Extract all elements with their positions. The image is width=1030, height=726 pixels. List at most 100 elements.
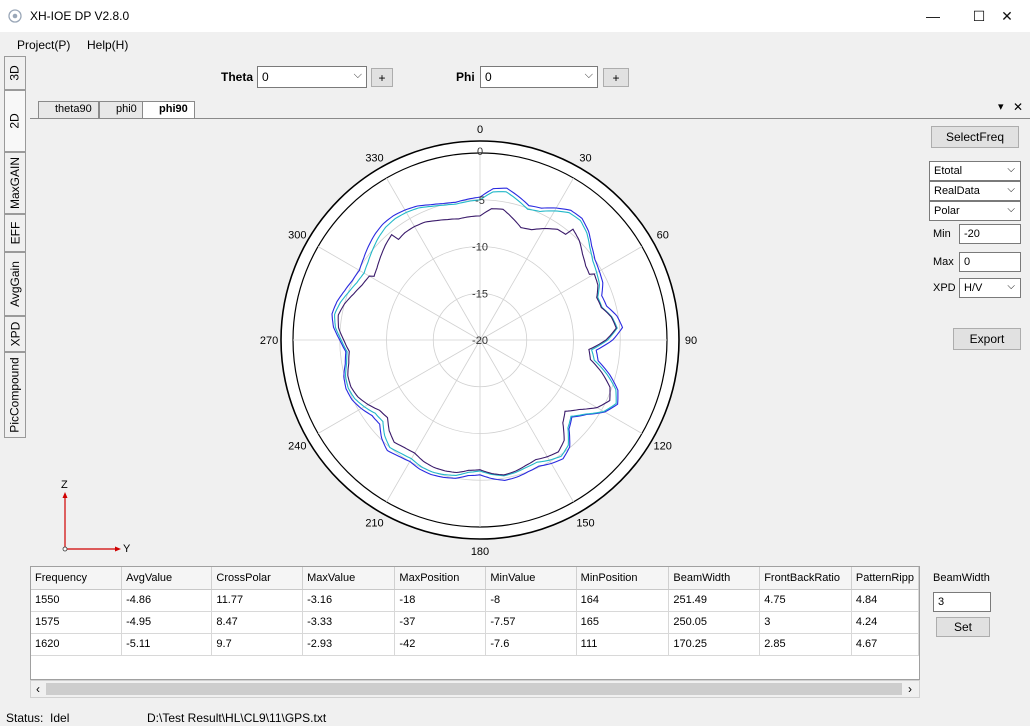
ring-tick-label: -15 — [472, 288, 488, 300]
angle-tick-label: 150 — [576, 518, 594, 530]
max-input[interactable]: 0 — [959, 252, 1021, 272]
phi-select[interactable]: 0 ⌵ — [480, 66, 598, 88]
menu-bar — [0, 34, 1030, 56]
side-tab-3d[interactable]: 3D — [4, 56, 26, 90]
chevron-down-icon: ⌵ — [1007, 164, 1015, 175]
column-header[interactable]: BeamWidth — [668, 567, 761, 590]
minimize-button[interactable]: — — [910, 0, 956, 32]
data-select[interactable]: RealData ⌵ — [929, 181, 1021, 201]
window-title: XH-IOE DP V2.8.0 — [30, 9, 130, 23]
export-button[interactable]: Export — [953, 328, 1021, 350]
side-tab-avggain[interactable]: AvgGain — [4, 252, 26, 316]
column-header[interactable]: CrossPolar — [211, 567, 304, 590]
tab-phi0[interactable]: phi0 — [99, 101, 144, 119]
column-header[interactable]: MaxValue — [302, 567, 396, 590]
select-freq-button[interactable]: SelectFreq — [931, 126, 1019, 148]
ring-tick-label: 0 — [477, 146, 483, 158]
side-tab-eff[interactable]: EFF — [4, 214, 26, 252]
axis-indicator — [62, 492, 121, 552]
theta-select[interactable]: 0 ⌵ — [257, 66, 367, 88]
phi-add-button[interactable]: + — [603, 68, 629, 87]
table-cell: 165 — [576, 611, 670, 634]
field-select[interactable]: Etotal ⌵ — [929, 161, 1021, 181]
menu-help[interactable]: Help(H) — [87, 38, 128, 52]
tab-theta90[interactable]: theta90 — [38, 101, 99, 119]
status-file-path: D:\Test Result\HL\CL9\11\GPS.txt — [147, 711, 327, 725]
column-header[interactable]: MinPosition — [576, 567, 670, 590]
column-header[interactable]: MinValue — [485, 567, 577, 590]
angle-tick-label: 120 — [654, 441, 672, 453]
chevron-down-icon: ⌵ — [1007, 204, 1015, 215]
table-cell: 170.25 — [668, 633, 761, 656]
table-cell: 4.67 — [851, 633, 919, 656]
table-row[interactable]: 1575 -4.95 8.47 -3.33 -37 -7.57 165 250.05 3 4.24 — [31, 611, 919, 634]
ring-tick-label: -20 — [472, 335, 488, 347]
beamwidth-input[interactable]: 3 — [933, 592, 991, 612]
table-cell: 3 — [759, 611, 852, 634]
beamwidth-label: BeamWidth — [933, 572, 990, 584]
scrollbar-thumb[interactable] — [46, 683, 902, 695]
angle-tick-label: 30 — [579, 152, 591, 164]
table-cell: -7.57 — [485, 611, 577, 634]
table-cell: -5.11 — [121, 633, 213, 656]
column-header[interactable]: Frequency — [31, 567, 123, 590]
tab-menu-icon[interactable]: ▾ — [998, 100, 1004, 113]
table-cell: -7.6 — [485, 633, 577, 656]
axis-z-label: Z — [61, 479, 68, 491]
set-button[interactable]: Set — [936, 617, 990, 637]
angle-tick-label: 90 — [685, 335, 697, 347]
results-table: Frequency AvgValue CrossPolar MaxValue MaxPo… — [30, 566, 920, 680]
table-cell: 4.84 — [851, 589, 919, 612]
chevron-down-icon: ⌵ — [1007, 281, 1015, 292]
scroll-left-icon[interactable]: ‹ — [36, 682, 40, 696]
table-cell: 8.47 — [211, 611, 304, 634]
table-body: 1550 -4.86 11.77 -3.16 -18 -8 164 251.49 4.75 4.8… — [31, 589, 919, 656]
side-tab-maxgain[interactable]: MaxGAIN — [4, 152, 26, 214]
xpd-label: XPD — [933, 282, 956, 294]
xpd-select[interactable]: H/V ⌵ — [959, 278, 1021, 298]
chevron-down-icon: ⌵ — [584, 69, 593, 81]
angle-tick-label: 270 — [260, 335, 278, 347]
angle-tick-label: 210 — [365, 518, 383, 530]
table-cell: -37 — [394, 611, 487, 634]
column-header[interactable]: PatternRipp — [851, 567, 919, 590]
scroll-right-icon[interactable]: › — [908, 682, 912, 696]
side-tab-xpd[interactable]: XPD — [4, 316, 26, 352]
menu-project[interactable]: Project(P) — [17, 38, 70, 52]
table-cell: 2.85 — [759, 633, 852, 656]
table-cell: 1620 — [31, 633, 123, 656]
theta-add-button[interactable]: + — [371, 68, 393, 87]
angle-tick-label: 330 — [365, 152, 383, 164]
ring-tick-label: -5 — [475, 195, 485, 207]
table-cell: 1575 — [31, 611, 123, 634]
chevron-down-icon: ⌵ — [1007, 184, 1015, 195]
table-cell: -3.16 — [302, 589, 396, 612]
polar-plot: 0 30 60 90 120 150 180 210 240 270 300 330 0 -5 -10 -15… — [260, 124, 697, 558]
chevron-down-icon: ⌵ — [353, 69, 362, 81]
table-cell: -4.86 — [121, 589, 213, 612]
tab-close-icon[interactable]: ✕ — [1013, 100, 1023, 114]
close-button[interactable]: ✕ — [984, 0, 1030, 32]
phi-label: Phi — [456, 70, 475, 84]
table-cell: -2.93 — [302, 633, 396, 656]
table-row[interactable]: 1620 -5.11 9.7 -2.93 -42 -7.6 111 170.25 2.85 4.6… — [31, 633, 919, 656]
min-label: Min — [933, 228, 951, 240]
max-label: Max — [933, 256, 954, 268]
table-header-row: Frequency AvgValue CrossPolar MaxValue MaxPo… — [31, 567, 919, 590]
angle-tick-label: 0 — [477, 124, 483, 136]
table-cell: 250.05 — [668, 611, 761, 634]
table-cell: -8 — [485, 589, 577, 612]
angle-tick-label: 240 — [288, 441, 306, 453]
table-row[interactable]: 1550 -4.86 11.77 -3.16 -18 -8 164 251.49 4.75 4.8… — [31, 589, 919, 612]
column-header[interactable]: AvgValue — [121, 567, 213, 590]
axis-y-label: Y — [123, 543, 131, 555]
status-text: Status: Idel — [6, 711, 70, 725]
side-tab-piccompound[interactable]: PicCompound — [4, 352, 26, 438]
table-cell: -18 — [394, 589, 487, 612]
side-tab-2d[interactable]: 2D — [4, 90, 26, 152]
column-header[interactable]: FrontBackRatio — [759, 567, 852, 590]
plot-type-select[interactable]: Polar ⌵ — [929, 201, 1021, 221]
min-input[interactable]: -20 — [959, 224, 1021, 244]
column-header[interactable]: MaxPosition — [394, 567, 487, 590]
app-icon — [8, 9, 22, 23]
